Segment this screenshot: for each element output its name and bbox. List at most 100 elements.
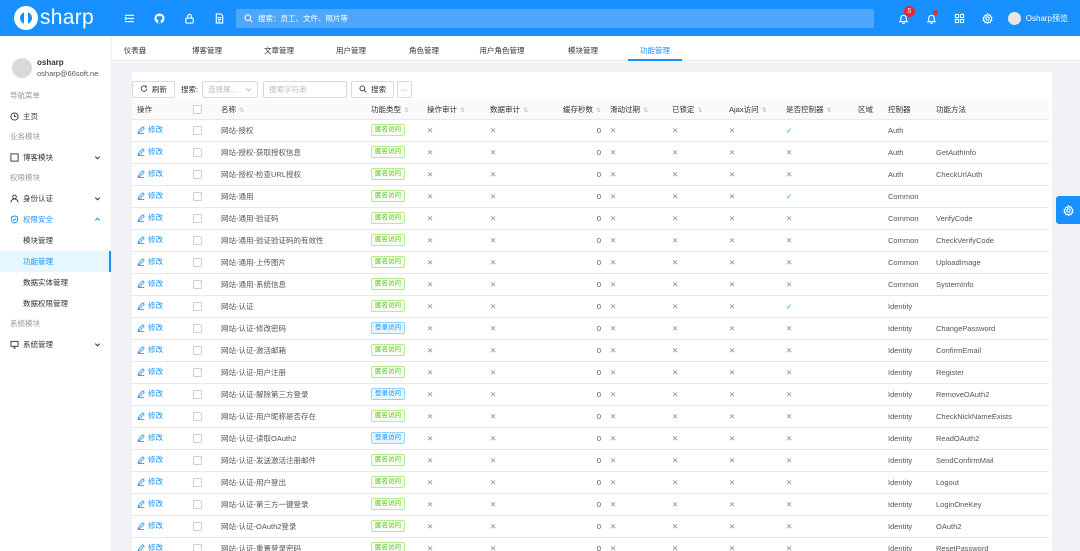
sidebar-sub-entity[interactable]: 数据实体管理	[0, 272, 111, 293]
col-type[interactable]: 功能类型 ⇅	[366, 100, 422, 120]
row-checkbox[interactable]	[193, 411, 202, 421]
row-checkbox[interactable]	[193, 477, 202, 487]
sidebar-user[interactable]: osharp osharp@66soft.ne	[0, 36, 111, 86]
row-checkbox[interactable]	[193, 345, 202, 355]
edit-button[interactable]: 修改	[137, 542, 163, 551]
tab-role[interactable]: 角色管理	[401, 42, 447, 61]
sidebar-item-home[interactable]: 主页	[0, 106, 111, 127]
select-cell[interactable]	[188, 405, 216, 428]
tab-function[interactable]: 功能管理	[628, 42, 682, 61]
row-checkbox[interactable]	[193, 301, 202, 311]
select-cell[interactable]	[188, 449, 216, 472]
edit-button[interactable]: 修改	[137, 278, 163, 289]
col-ajax[interactable]: Ajax访问 ⇅	[724, 100, 781, 120]
edit-button[interactable]: 修改	[137, 344, 163, 355]
edit-button[interactable]: 修改	[137, 520, 163, 531]
col-locked[interactable]: 已锁定 ⇅	[667, 100, 724, 120]
search-button[interactable]: 搜索	[351, 80, 395, 98]
edit-button[interactable]: 修改	[137, 432, 163, 443]
select-cell[interactable]	[188, 515, 216, 538]
more-button[interactable]: ···	[397, 80, 413, 98]
sidebar-item-identity[interactable]: 身份认证	[0, 188, 111, 209]
edit-button[interactable]: 修改	[137, 234, 163, 245]
edit-button[interactable]: 修改	[137, 190, 163, 201]
select-cell[interactable]	[188, 229, 216, 252]
row-checkbox[interactable]	[193, 169, 202, 179]
table-row[interactable]: 修改 网站-认证-用户登出 匿名访问 ✕ ✕ 0 ✕ ✕ ✕ ✕ Identity Logout	[132, 471, 1049, 494]
select-cell[interactable]	[188, 317, 216, 340]
select-cell[interactable]	[188, 471, 216, 494]
edit-button[interactable]: 修改	[137, 410, 163, 421]
gear-icon[interactable]	[974, 0, 1002, 36]
notification-bell[interactable]: 5	[890, 0, 918, 36]
table-row[interactable]: 修改 网站-认证-修改密码 登录访问 ✕ ✕ 0 ✕ ✕ ✕ ✕ Identity ChangePas…	[132, 317, 1049, 340]
select-cell[interactable]	[188, 185, 216, 208]
select-cell[interactable]	[188, 295, 216, 318]
edit-button[interactable]: 修改	[137, 300, 163, 311]
global-search-box[interactable]	[236, 9, 874, 28]
row-checkbox[interactable]	[193, 543, 202, 551]
col-data-audit[interactable]: 数据审计 ⇅	[485, 100, 548, 120]
global-search-input[interactable]	[258, 14, 818, 23]
select-cell[interactable]	[188, 427, 216, 450]
edit-button[interactable]: 修改	[137, 476, 163, 487]
select-cell[interactable]	[188, 251, 216, 274]
menu-icon[interactable]	[114, 0, 144, 36]
row-checkbox[interactable]	[193, 125, 202, 135]
logo[interactable]: sharp	[0, 0, 110, 36]
row-checkbox[interactable]	[193, 147, 202, 157]
select-cell[interactable]	[188, 537, 216, 551]
edit-button[interactable]: 修改	[137, 146, 163, 157]
row-checkbox[interactable]	[193, 213, 202, 223]
document-icon[interactable]	[204, 0, 234, 36]
row-checkbox[interactable]	[193, 279, 202, 289]
table-row[interactable]: 修改 网站-通用-验证验证码的有效性 匿名访问 ✕ ✕ 0 ✕ ✕ ✕ ✕ Common CheckV…	[132, 229, 1049, 252]
tab-dashboard[interactable]: 仪表盘	[112, 42, 158, 61]
row-checkbox[interactable]	[193, 499, 202, 509]
table-row[interactable]: 修改 网站-认证-第三方一键登录 匿名访问 ✕ ✕ 0 ✕ ✕ ✕ ✕ Identity LoginO…	[132, 493, 1049, 516]
select-cell[interactable]	[188, 273, 216, 296]
keyword-input[interactable]: 搜索字符串	[263, 80, 348, 98]
table-row[interactable]: 修改 网站-授权-获取授权信息 匿名访问 ✕ ✕ 0 ✕ ✕ ✕ ✕ Auth GetAuthInfo	[132, 141, 1049, 164]
lock-icon[interactable]	[174, 0, 204, 36]
sidebar-item-security[interactable]: 权限安全	[0, 209, 111, 230]
row-checkbox[interactable]	[193, 455, 202, 465]
refresh-button[interactable]: 刷新	[132, 80, 175, 98]
col-select[interactable]	[188, 100, 216, 120]
table-row[interactable]: 修改 网站-认证-激活邮箱 匿名访问 ✕ ✕ 0 ✕ ✕ ✕ ✕ Identity ConfirmEm…	[132, 339, 1049, 362]
select-all-checkbox[interactable]	[193, 105, 202, 114]
sidebar-item-blog[interactable]: 博客模块	[0, 147, 111, 168]
table-row[interactable]: 修改 网站-通用 匿名访问 ✕ ✕ 0 ✕ ✕ ✕ ✓ Common	[132, 185, 1049, 208]
edit-button[interactable]: 修改	[137, 256, 163, 267]
table-row[interactable]: 修改 网站-认证-发送激活注册邮件 匿名访问 ✕ ✕ 0 ✕ ✕ ✕ ✕ Identity SendC…	[132, 449, 1049, 472]
sidebar-sub-dataperm[interactable]: 数据权限管理	[0, 293, 111, 314]
edit-button[interactable]: 修改	[137, 322, 163, 333]
edit-button[interactable]: 修改	[137, 212, 163, 223]
sidebar-item-system[interactable]: 系统管理	[0, 334, 111, 355]
col-cache[interactable]: 缓存秒数 ⇅	[548, 100, 605, 120]
row-checkbox[interactable]	[193, 433, 202, 443]
edit-button[interactable]: 修改	[137, 366, 163, 377]
table-row[interactable]: 修改 网站-认证-OAuth2登录 匿名访问 ✕ ✕ 0 ✕ ✕ ✕ ✕ Identity OAuth…	[132, 515, 1049, 538]
row-checkbox[interactable]	[193, 191, 202, 201]
row-checkbox[interactable]	[193, 521, 202, 531]
col-name[interactable]: 名称 ⇅	[216, 100, 366, 120]
row-checkbox[interactable]	[193, 323, 202, 333]
sidebar-sub-module[interactable]: 模块管理	[0, 230, 111, 251]
edit-button[interactable]: 修改	[137, 168, 163, 179]
select-cell[interactable]	[188, 339, 216, 362]
select-cell[interactable]	[188, 141, 216, 164]
select-cell[interactable]	[188, 361, 216, 384]
table-row[interactable]: 修改 网站-通用-系统信息 匿名访问 ✕ ✕ 0 ✕ ✕ ✕ ✕ Common SystemInfo	[132, 273, 1049, 296]
search-field-select[interactable]: 选择属...	[202, 80, 259, 98]
tab-user-role[interactable]: 用户角色管理	[474, 42, 530, 61]
table-row[interactable]: 修改 网站-认证-读取OAuth2 登录访问 ✕ ✕ 0 ✕ ✕ ✕ ✕ Identity ReadO…	[132, 427, 1049, 450]
sidebar-sub-function[interactable]: 功能管理	[0, 251, 111, 272]
edit-button[interactable]: 修改	[137, 388, 163, 399]
table-row[interactable]: 修改 网站-认证 匿名访问 ✕ ✕ 0 ✕ ✕ ✕ ✓ Identity	[132, 295, 1049, 318]
table-row[interactable]: 修改 网站-通用-验证码 匿名访问 ✕ ✕ 0 ✕ ✕ ✕ ✕ Common VerifyCode	[132, 207, 1049, 230]
select-cell[interactable]	[188, 163, 216, 186]
col-sliding[interactable]: 滑动过期 ⇅	[605, 100, 667, 120]
edit-button[interactable]: 修改	[137, 498, 163, 509]
row-checkbox[interactable]	[193, 257, 202, 267]
